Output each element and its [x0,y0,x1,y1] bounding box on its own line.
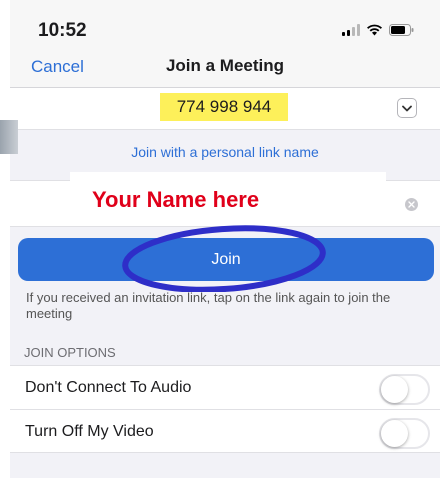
battery-icon [389,24,414,36]
video-toggle[interactable] [379,418,430,449]
name-placeholder-overlay: Your Name here [70,172,386,222]
toggle-knob [381,376,408,403]
option-turn-off-video: Turn Off My Video [10,409,440,453]
wifi-icon [366,24,383,36]
history-dropdown-button[interactable] [397,98,417,118]
page-title: Join a Meeting [165,56,285,75]
invitation-hint: If you received an invitation link, tap … [26,290,391,321]
chevron-down-icon [402,105,412,111]
option-label: Turn Off My Video [25,423,154,440]
option-label: Don't Connect To Audio [25,379,192,396]
signal-icon [342,24,360,36]
status-icons [342,24,414,36]
status-bar: 10:52 [10,0,440,50]
personal-link-button[interactable]: Join with a personal link name [10,144,440,160]
join-button[interactable]: Join [18,238,434,281]
toggle-knob [381,420,408,447]
status-time: 10:52 [38,20,87,41]
phone-screen: 10:52 Cancel Join a Meeting 774 998 944 … [10,0,440,478]
join-options-header: JOIN OPTIONS [24,345,116,360]
background-strip [0,120,18,154]
option-dont-connect-audio: Don't Connect To Audio [10,365,440,409]
clear-icon[interactable] [405,198,418,211]
meeting-id-row[interactable]: 774 998 944 [10,88,440,130]
audio-toggle[interactable] [379,374,430,405]
meeting-id-field[interactable]: 774 998 944 [160,93,288,121]
nav-bar: Cancel Join a Meeting [10,50,440,88]
name-row: Your Name here [10,172,440,228]
